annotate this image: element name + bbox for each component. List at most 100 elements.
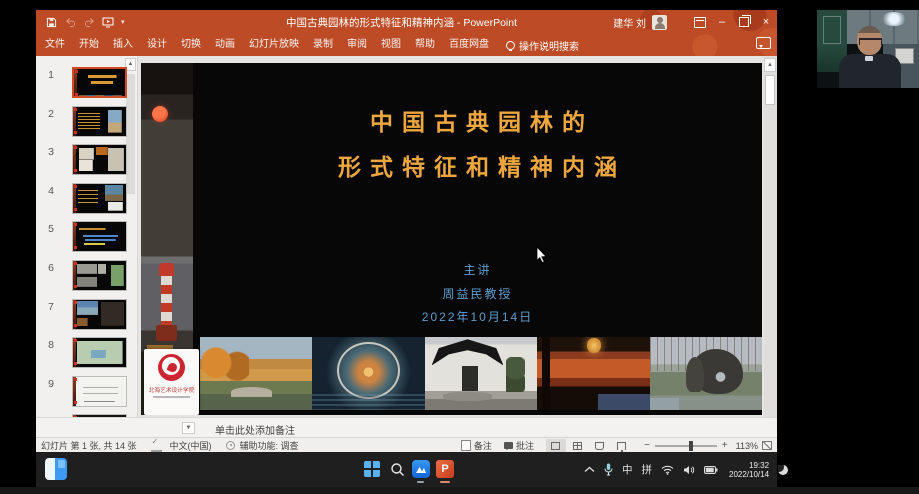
ribbon-tab-12[interactable]: 百度网盘 (442, 34, 496, 56)
thumbnail-image[interactable] (72, 299, 127, 330)
notes-toggle[interactable]: 备注 (461, 439, 492, 452)
zoom-in-button[interactable]: + (722, 440, 728, 451)
account-name[interactable]: 建华 刘 (613, 15, 646, 30)
redo-icon[interactable] (83, 16, 95, 28)
ribbon-tab-2[interactable]: 开始 (72, 34, 106, 56)
search-icon[interactable] (387, 459, 407, 479)
lecture-date: 2022年10月14日 (193, 306, 762, 330)
restore-button[interactable] (733, 10, 755, 34)
ribbon-tab-5[interactable]: 切换 (174, 34, 208, 56)
normal-view-button[interactable] (546, 439, 566, 452)
slide-title-line2[interactable]: 形式特征和精神内涵 (193, 148, 762, 182)
minimize-button[interactable]: – (711, 10, 733, 34)
spellcheck-icon[interactable] (151, 440, 162, 452)
ime-language-indicator[interactable]: 中 (622, 462, 633, 477)
slide-thumbnail-9[interactable]: 9 (36, 376, 137, 412)
close-button[interactable]: × (755, 10, 777, 34)
tell-me-search[interactable]: 操作说明搜索 (506, 38, 579, 53)
ribbon-tab-4[interactable]: 设计 (140, 34, 174, 56)
zoom-slider[interactable] (655, 445, 717, 447)
presenter-collar (865, 56, 873, 61)
abstract-sculpture-park-photo[interactable] (650, 337, 762, 410)
lighthouse-base (156, 325, 177, 341)
thumbnail-image[interactable] (72, 260, 127, 291)
battery-icon[interactable] (704, 466, 718, 474)
slide-thumbnail-3[interactable]: 3 (36, 144, 137, 180)
wifi-icon[interactable] (661, 465, 674, 475)
start-icon[interactable] (362, 459, 382, 479)
scroll-up-icon[interactable]: ▲ (764, 58, 776, 72)
thumbnail-number: 2 (40, 108, 54, 120)
slide-canvas[interactable]: 中国古典园林的 形式特征和精神内涵 主讲 周益民教授 2022年10月14日 北… (141, 63, 762, 415)
photo-row (200, 337, 762, 410)
thumbnail-number: 5 (40, 223, 54, 235)
moon-icon[interactable] (778, 465, 788, 475)
language-indicator[interactable]: 中文(中国) (170, 439, 212, 452)
slide-thumbnail-1[interactable]: 1 (36, 67, 137, 103)
thumbnail-image[interactable] (72, 183, 127, 214)
university-name: 北海艺术设计学院 (145, 385, 197, 394)
save-icon[interactable] (45, 16, 57, 28)
ime-mode-indicator[interactable]: 拼 (642, 462, 653, 477)
thumbnail-image[interactable] (72, 376, 127, 407)
ribbon-display-icon[interactable] (689, 10, 711, 34)
white-wall-pavilion-photo[interactable] (425, 337, 537, 410)
slide-thumbnail-4[interactable]: 4 (36, 183, 137, 219)
widgets-icon[interactable] (45, 458, 67, 480)
slide-thumbnail-panel: ▲ 12345678910 (36, 56, 138, 417)
microphone-icon[interactable] (604, 463, 613, 476)
ribbon-tab-1[interactable]: 文件 (38, 34, 72, 56)
thumbnail-image[interactable] (72, 67, 127, 98)
presenter-glasses (859, 38, 882, 45)
powerpoint-icon[interactable]: P (435, 459, 455, 479)
ribbon-tab-7[interactable]: 幻灯片放映 (242, 34, 306, 56)
slideshow-view-button[interactable] (612, 439, 632, 452)
notes-placeholder[interactable]: 单击此处添加备注 (215, 422, 295, 437)
avatar[interactable] (652, 15, 667, 30)
meeting-app-icon[interactable] (411, 459, 431, 479)
slide-thumbnail-7[interactable]: 7 (36, 299, 137, 335)
undo-icon[interactable] (64, 16, 76, 28)
slide-thumbnail-8[interactable]: 8 (36, 337, 137, 373)
running-indicator (417, 481, 424, 483)
chevron-up-icon[interactable] (584, 466, 595, 473)
ribbon-tab-11[interactable]: 帮助 (408, 34, 442, 56)
thumbnail-image[interactable] (72, 337, 127, 368)
volume-icon[interactable] (683, 465, 695, 475)
editor-scrollbar[interactable]: ▲ (764, 56, 777, 417)
thumbnail-image[interactable] (72, 144, 127, 175)
clock[interactable]: 19:32 2022/10/14 (729, 461, 769, 479)
moon-gate-night-photo[interactable] (312, 337, 424, 410)
slide-thumbnail-5[interactable]: 5 (36, 221, 137, 257)
comments-toggle-label: 批注 (516, 439, 534, 452)
ribbon-tab-3[interactable]: 插入 (106, 34, 140, 56)
ribbon-tab-10[interactable]: 视图 (374, 34, 408, 56)
slide-title-line1[interactable]: 中国古典园林的 (193, 103, 762, 137)
zoom-slider-thumb[interactable] (689, 441, 693, 451)
speaker-block[interactable]: 主讲 周益民教授 2022年10月14日 (193, 259, 762, 330)
ribbon-tab-8[interactable]: 录制 (306, 34, 340, 56)
ribbon-tab-6[interactable]: 动画 (208, 34, 242, 56)
webcam-light-glare (881, 12, 907, 26)
qat-dropdown-icon[interactable]: ▾ (121, 18, 125, 26)
zoom-out-button[interactable]: − (644, 440, 650, 451)
university-logo-card[interactable]: 北海艺术设计学院 (144, 349, 199, 415)
accessibility-status[interactable]: 辅助功能: 调查 (240, 439, 299, 452)
autumn-veranda-lantern-photo[interactable] (537, 337, 649, 410)
zoom-percentage[interactable]: 113% (736, 441, 758, 451)
reading-view-button[interactable] (590, 439, 610, 452)
comments-toggle[interactable]: 批注 (504, 439, 534, 452)
slideshow-icon[interactable] (102, 16, 114, 28)
slide-thumbnail-2[interactable]: 2 (36, 106, 137, 142)
ribbon-tab-9[interactable]: 审阅 (340, 34, 374, 56)
thumbnail-image[interactable] (72, 106, 127, 137)
tray-date: 2022/10/14 (729, 470, 769, 479)
fit-slide-icon[interactable] (762, 441, 772, 450)
thumbnail-image[interactable] (72, 221, 127, 252)
autumn-garden-bridge-photo[interactable] (200, 337, 312, 410)
slide-sorter-view-button[interactable] (568, 439, 588, 452)
collapse-arrow-icon[interactable]: ▼ (182, 422, 195, 434)
chat-icon[interactable] (756, 37, 771, 49)
scrollbar-thumb[interactable] (765, 75, 775, 105)
slide-thumbnail-6[interactable]: 6 (36, 260, 137, 296)
